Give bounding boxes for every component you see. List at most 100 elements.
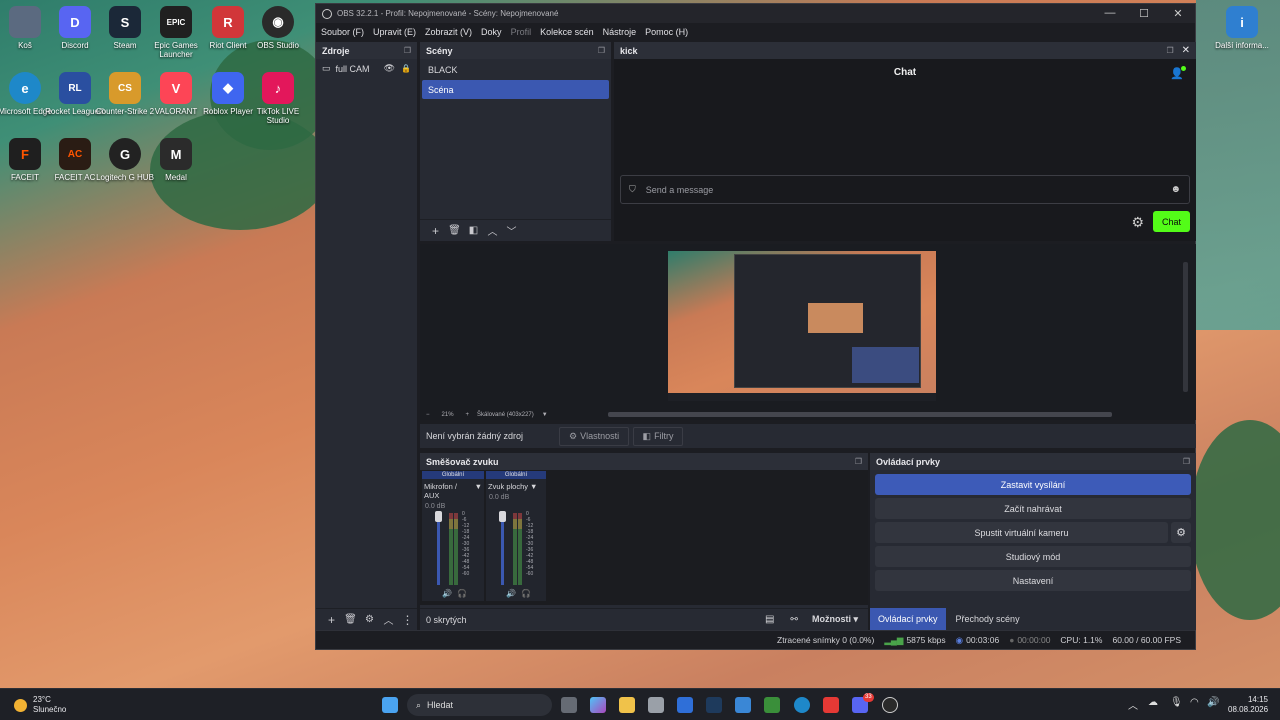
properties-button[interactable]: ⚙ Vlastnosti <box>559 426 630 446</box>
monitor-icon: ▭ <box>322 63 331 73</box>
options-button[interactable]: Možnosti ▾ <box>812 614 858 625</box>
microsoft-store-icon[interactable] <box>648 697 664 713</box>
obs-taskbar-icon[interactable] <box>882 697 898 713</box>
record-time: 00:00:00 <box>1017 635 1051 645</box>
microphone-icon[interactable]: 🎙 <box>1170 697 1183 708</box>
volume-icon[interactable]: 🔊 <box>1207 697 1219 708</box>
start-virtual-camera-button[interactable]: Spustit virtuální kameru <box>875 522 1168 543</box>
add-scene-icon[interactable]: + <box>426 224 445 238</box>
desktop-icon-more-info[interactable]: i Další informa... <box>1211 6 1273 50</box>
speaker-icon[interactable]: 🔊 <box>442 589 452 598</box>
move-down-icon[interactable]: ﹀ <box>502 223 521 238</box>
undock-icon[interactable]: ❐ <box>855 457 862 466</box>
undock-icon[interactable]: ❐ <box>404 46 411 55</box>
tab-scene-transitions[interactable]: Přechody scény <box>946 608 1030 630</box>
taskbar-search[interactable]: ⌕ Hledat <box>407 694 552 716</box>
desktop-icon-obs[interactable]: ◉ OBS Studio <box>247 6 309 50</box>
task-view-icon[interactable] <box>561 697 577 713</box>
copilot-icon[interactable] <box>590 697 606 713</box>
desktop-icon-tiktok-live[interactable]: ♪ TikTok LIVE Studio <box>247 72 309 125</box>
close-window-button[interactable]: ✕ <box>1161 7 1195 20</box>
wifi-icon[interactable]: ◠ <box>1190 697 1199 708</box>
stop-streaming-button[interactable]: Zastavit vysílání <box>875 474 1191 495</box>
volume-slider-knob[interactable] <box>499 511 506 522</box>
scene-item-black[interactable]: BLACK <box>422 60 609 79</box>
undock-icon[interactable]: ❐ <box>1166 46 1173 55</box>
emoji-icon[interactable]: ☻ <box>1170 184 1181 195</box>
youtube-icon[interactable] <box>823 697 839 713</box>
desktop-icon-medal[interactable]: M Medal <box>145 138 207 182</box>
sources-dock-header: Zdroje ❐ <box>316 42 417 59</box>
channel-name-dropdown[interactable]: Mikrofon / AUX ▼ <box>422 479 484 503</box>
mixer-link-icon[interactable]: ⚯ <box>790 614 798 625</box>
undock-icon[interactable]: ❐ <box>598 46 605 55</box>
send-chat-button[interactable]: Chat <box>1153 211 1190 232</box>
maximize-button[interactable]: ☐ <box>1127 7 1161 20</box>
tray-expand-icon[interactable]: ︿ <box>1128 697 1138 712</box>
app-icon[interactable] <box>706 697 722 713</box>
menu-view[interactable]: Zobrazit (V) <box>425 27 472 37</box>
xbox-icon[interactable] <box>764 697 780 713</box>
filters-button[interactable]: ◧ Filtry <box>633 426 684 446</box>
weather-sun-icon[interactable] <box>14 699 27 712</box>
menu-help[interactable]: Pomoc (H) <box>645 27 688 37</box>
visibility-eye-icon[interactable]: 👁 <box>384 63 395 74</box>
cloud-icon[interactable]: ☁ <box>1148 697 1158 708</box>
close-dock-icon[interactable]: ✕ <box>1182 45 1190 56</box>
mixer-layout-icon[interactable]: ▤ <box>765 614 774 625</box>
scene-item-scena[interactable]: Scéna <box>422 80 609 99</box>
preview-nested-controls <box>852 347 919 383</box>
move-up-icon[interactable]: ︿ <box>483 223 502 238</box>
level-meter <box>449 513 453 585</box>
settings-button[interactable]: Nastavení <box>875 570 1191 591</box>
kick-dock-header: kick ❐ ✕ <box>614 42 1196 59</box>
scene-filters-icon[interactable]: ◧ <box>464 225 483 236</box>
zoom-out-button[interactable]: − <box>426 412 430 418</box>
source-properties-gear-icon[interactable]: ⚙ <box>360 614 379 625</box>
logitech-ghub-icon: G <box>109 138 141 170</box>
message-input[interactable]: ⛉ Send a message ☻ <box>620 175 1190 204</box>
speaker-icon[interactable]: 🔊 <box>506 589 516 598</box>
studio-mode-button[interactable]: Studiový mód <box>875 546 1191 567</box>
menu-docks[interactable]: Doky <box>481 27 502 37</box>
medal-icon: M <box>160 138 192 170</box>
mail-icon[interactable] <box>735 697 751 713</box>
zoom-in-button[interactable]: + <box>466 412 470 418</box>
channel-name: Mikrofon / AUX <box>424 482 457 500</box>
remove-scene-icon[interactable]: 🗑 <box>445 225 464 236</box>
move-up-icon[interactable]: ︿ <box>379 612 398 627</box>
add-source-icon[interactable]: + <box>322 613 341 627</box>
start-recording-button[interactable]: Začít nahrávat <box>875 498 1191 519</box>
menu-tools[interactable]: Nástroje <box>603 27 637 37</box>
channel-name-dropdown[interactable]: Zvuk plochy ▼ <box>486 479 546 494</box>
menu-scene-collection[interactable]: Kolekce scén <box>540 27 594 37</box>
scale-dropdown-icon[interactable]: ▼ <box>542 412 548 418</box>
weather-widget[interactable]: 23°C Slunečno <box>33 695 66 715</box>
clock[interactable]: 14:15 08.08.2026 <box>1228 695 1268 715</box>
volume-slider[interactable] <box>437 513 440 585</box>
vertical-scrollbar[interactable] <box>1183 262 1188 392</box>
menu-profile[interactable]: Profil <box>511 27 532 37</box>
headphones-icon[interactable]: 🎧 <box>457 589 467 598</box>
volume-slider[interactable] <box>501 513 504 585</box>
remove-source-icon[interactable]: 🗑 <box>341 614 360 625</box>
edge-taskbar-icon[interactable] <box>794 697 810 713</box>
minimize-button[interactable]: — <box>1093 7 1127 20</box>
lock-icon[interactable]: 🔒 <box>401 64 411 73</box>
source-item[interactable]: ▭ full CAM 👁 🔒 <box>316 59 417 78</box>
undock-icon[interactable]: ❐ <box>1183 457 1190 466</box>
chat-settings-gear-icon[interactable]: ⚙ <box>1131 214 1144 231</box>
headphones-icon[interactable]: 🎧 <box>521 589 531 598</box>
virtual-camera-settings-gear-icon[interactable]: ⚙ <box>1171 522 1191 543</box>
tab-controls[interactable]: Ovládací prvky <box>870 608 946 630</box>
horizontal-scrollbar[interactable] <box>607 412 1112 417</box>
file-explorer-icon[interactable] <box>619 697 635 713</box>
dropbox-icon[interactable] <box>677 697 693 713</box>
preview-area[interactable]: − 21% + Škálované (403x227) ▼ <box>420 244 1196 420</box>
start-windows-icon[interactable] <box>382 697 398 713</box>
menu-edit[interactable]: Upravit (E) <box>373 27 416 37</box>
level-meter <box>454 513 458 585</box>
more-options-icon[interactable]: ⋮ <box>398 613 417 627</box>
volume-slider-knob[interactable] <box>435 511 442 522</box>
menu-file[interactable]: Soubor (F) <box>321 27 364 37</box>
